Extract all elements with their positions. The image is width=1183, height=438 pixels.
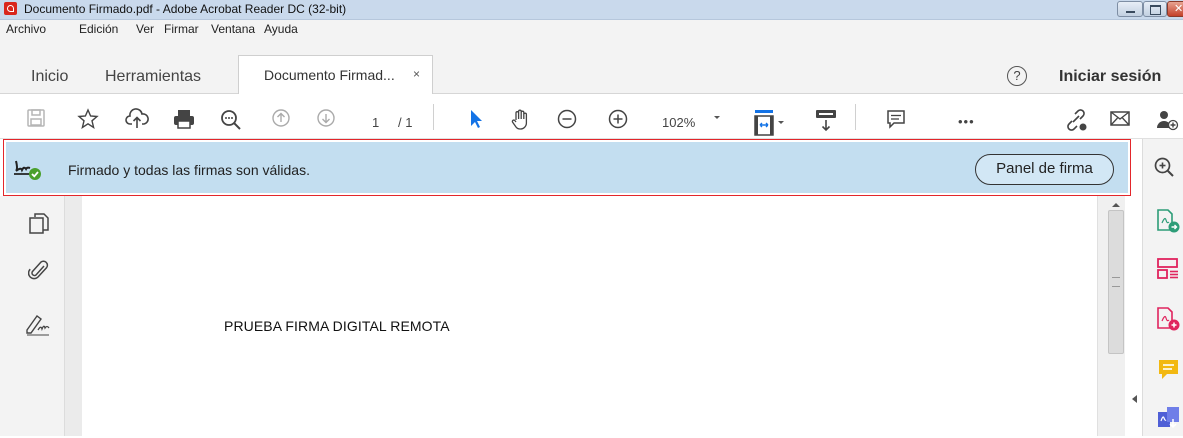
toolbar-divider	[855, 104, 856, 130]
menu-ventana[interactable]: Ventana	[211, 22, 255, 36]
print-icon[interactable]	[172, 108, 196, 130]
page-number-input[interactable]: 1	[372, 115, 379, 130]
tab-close-icon[interactable]: ×	[413, 67, 420, 81]
share-link-icon[interactable]	[1063, 108, 1089, 132]
menu-archivo[interactable]: Archivo	[6, 22, 46, 36]
pdf-page[interactable]	[82, 196, 1097, 436]
signature-status-message: Firmado y todas las firmas son válidas.	[68, 162, 310, 178]
prev-page-icon[interactable]	[271, 108, 291, 128]
add-comment-icon[interactable]	[1157, 358, 1181, 387]
zoom-out-icon[interactable]	[556, 108, 578, 130]
help-icon[interactable]: ?	[1007, 66, 1027, 86]
tab-inicio[interactable]: Inicio	[31, 68, 68, 86]
collapse-right-panel-icon[interactable]	[1130, 392, 1140, 410]
signature-panel-button[interactable]: Panel de firma	[975, 154, 1114, 185]
export-pdf-icon[interactable]	[1155, 208, 1181, 239]
close-window-button[interactable]	[1167, 1, 1183, 17]
toolbar-divider	[433, 104, 434, 130]
zoom-level-dropdown[interactable]: 102%	[662, 115, 695, 130]
menu-firmar[interactable]: Firmar	[164, 22, 199, 36]
cloud-upload-icon[interactable]	[125, 108, 149, 130]
minimize-button[interactable]	[1117, 1, 1143, 17]
scrollbar-grip	[1112, 277, 1120, 287]
edit-pdf-icon[interactable]	[1155, 256, 1181, 287]
document-heading: PRUEBA FIRMA DIGITAL REMOTA	[224, 318, 450, 334]
email-icon[interactable]	[1109, 108, 1131, 128]
signature-valid-icon	[12, 157, 46, 188]
attachments-icon[interactable]	[27, 258, 50, 287]
bookmark-star-icon[interactable]	[77, 108, 99, 130]
signature-panel-icon[interactable]	[24, 310, 52, 341]
find-zoom-icon[interactable]	[219, 108, 243, 130]
menu-ayuda[interactable]: Ayuda	[264, 22, 298, 36]
tab-herramientas[interactable]: Herramientas	[105, 68, 201, 86]
combine-files-icon[interactable]	[1155, 405, 1183, 438]
scroll-mode-icon[interactable]	[814, 108, 838, 134]
window-title: Documento Firmado.pdf - Adobe Acrobat Re…	[24, 2, 347, 16]
chevron-down-icon[interactable]	[712, 108, 722, 128]
signin-link[interactable]: Iniciar sesión	[1059, 68, 1161, 86]
page-fit-icon[interactable]	[752, 108, 786, 138]
select-pointer-icon[interactable]	[467, 108, 485, 130]
create-pdf-icon[interactable]	[1155, 306, 1181, 337]
save-icon[interactable]	[26, 108, 46, 128]
zoom-search-icon[interactable]	[1153, 156, 1175, 183]
zoom-in-icon[interactable]	[607, 108, 629, 130]
acrobat-logo-icon	[4, 2, 17, 15]
maximize-button[interactable]	[1143, 1, 1167, 17]
more-tools-button[interactable]: •••	[958, 114, 975, 129]
comment-icon[interactable]	[885, 108, 907, 130]
menu-edicion[interactable]: Edición	[79, 22, 118, 36]
page-total: / 1	[398, 115, 413, 130]
hand-tool-icon[interactable]	[509, 108, 533, 132]
add-user-icon[interactable]	[1155, 108, 1179, 132]
next-page-icon[interactable]	[316, 108, 336, 128]
tab-document-label: Documento Firmad...	[264, 67, 395, 83]
right-tools-rail	[1142, 139, 1183, 436]
menu-ver[interactable]: Ver	[136, 22, 154, 36]
page-thumbnails-icon[interactable]	[28, 211, 50, 240]
